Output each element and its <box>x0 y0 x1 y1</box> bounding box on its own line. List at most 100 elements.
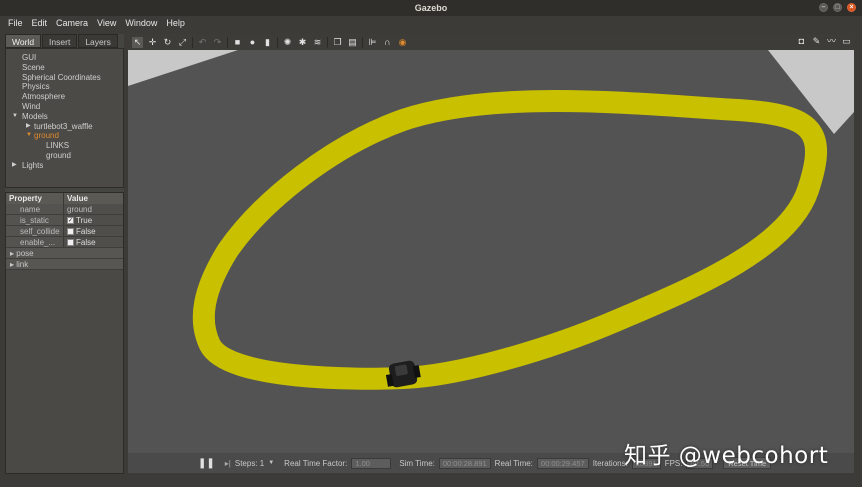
menu-bar: File Edit Camera View Window Help <box>0 16 862 30</box>
undo-icon[interactable]: ↶ <box>197 37 208 48</box>
toolbar: ↖ ✛ ↻ ⤢ ↶ ↷ ■ ● ▮ ✺ ✱ ≋ ❐ ▤ ⊫ ∩ ◉ <box>128 34 854 50</box>
screenshot-icon[interactable]: ◘ <box>796 36 807 47</box>
properties-header: Property Value <box>6 193 123 204</box>
checkbox-unchecked[interactable] <box>67 238 74 246</box>
collapsed-arrow-icon[interactable]: ▶ <box>26 122 31 132</box>
prop-value-enable: False <box>76 237 96 247</box>
collapsed-arrow-icon[interactable]: ▶ <box>12 161 17 171</box>
plot-icon[interactable]: 〰 <box>826 36 837 47</box>
separator <box>192 36 193 48</box>
prop-key: enable_... <box>6 237 64 247</box>
copy-icon[interactable]: ❐ <box>332 37 343 48</box>
expanded-arrow-icon[interactable]: ▼ <box>12 112 18 122</box>
tree-item-spherical[interactable]: Spherical Coordinates <box>6 73 123 83</box>
prop-key: name <box>6 204 64 214</box>
tree-item-lights[interactable]: ▶ Lights <box>6 161 123 171</box>
prop-row-name: name ground <box>6 204 123 215</box>
tree-item-atmosphere[interactable]: Atmosphere <box>6 92 123 102</box>
header-value: Value <box>67 194 88 203</box>
tree-item-ground-link[interactable]: ground <box>6 151 123 161</box>
prop-group-pose-label: pose <box>16 249 34 258</box>
tree-item-links[interactable]: LINKS <box>6 141 123 151</box>
steps-label[interactable]: Steps: 1 <box>235 459 264 468</box>
log-icon[interactable]: ✎ <box>811 36 822 47</box>
change-view-icon[interactable]: ◉ <box>397 37 408 48</box>
tab-insert[interactable]: Insert <box>42 34 78 48</box>
separator <box>327 36 328 48</box>
tree-item-models[interactable]: ▼ Models <box>6 112 123 122</box>
separator <box>362 36 363 48</box>
checkbox-unchecked[interactable] <box>67 227 74 235</box>
translate-icon[interactable]: ✛ <box>147 37 158 48</box>
expanded-arrow-icon[interactable]: ▼ <box>26 131 32 141</box>
rtf-value: 1.00 <box>351 457 392 469</box>
menu-file[interactable]: File <box>8 16 23 30</box>
paste-icon[interactable]: ▤ <box>347 37 358 48</box>
real-time-label: Real Time: <box>494 458 533 468</box>
prop-key: is_static <box>6 215 64 225</box>
menu-edit[interactable]: Edit <box>32 16 48 30</box>
separator <box>277 36 278 48</box>
prop-value-name[interactable]: ground <box>67 204 92 215</box>
world-tree: GUI Scene Spherical Coordinates Physics … <box>5 48 124 188</box>
real-time-value: 00:00:29.457 <box>536 457 589 469</box>
properties-panel: Property Value name ground is_static ✓ Tr… <box>5 192 124 474</box>
point-light-icon[interactable]: ✺ <box>282 37 293 48</box>
tree-item-models-label: Models <box>22 111 48 121</box>
minimize-icon[interactable]: – <box>819 3 828 12</box>
watermark: 知乎 @webcohort <box>624 443 829 469</box>
close-icon[interactable]: × <box>847 3 856 12</box>
tree-item-turtlebot-label: turtlebot3_waffle <box>34 121 93 131</box>
separator <box>227 36 228 48</box>
select-arrow-icon[interactable]: ↖ <box>132 36 143 48</box>
maximize-icon[interactable]: □ <box>833 3 842 12</box>
tab-world[interactable]: World <box>5 34 42 48</box>
prop-key: self_collide <box>6 226 64 236</box>
window-title: Gazebo <box>414 3 448 13</box>
scene-render <box>128 50 854 453</box>
directional-light-icon[interactable]: ≋ <box>312 37 323 48</box>
tab-layers[interactable]: Layers <box>78 34 118 48</box>
step-icon[interactable]: ▸| <box>225 459 231 468</box>
sphere-icon[interactable]: ● <box>247 37 258 48</box>
menu-view[interactable]: View <box>97 16 116 30</box>
tree-item-ground-selected[interactable]: ▼ ground <box>6 131 123 141</box>
tree-item-scene[interactable]: Scene <box>6 63 123 73</box>
toolbar-right: ◘ ✎ 〰 ▭ <box>796 36 852 47</box>
tree-item-physics[interactable]: Physics <box>6 82 123 92</box>
tree-item-lights-label: Lights <box>22 160 44 170</box>
sim-time-label: Sim Time: <box>399 458 435 468</box>
prop-value-is-static: True <box>76 215 93 225</box>
left-panel: World Insert Layers GUI Scene Spherical … <box>5 34 124 474</box>
menu-window[interactable]: Window <box>125 16 157 30</box>
sim-time-value: 00:00:28.891 <box>438 457 491 469</box>
prop-group-link-label: link <box>16 260 29 269</box>
box-icon[interactable]: ■ <box>232 37 243 48</box>
prop-value-self-collide: False <box>76 226 96 236</box>
menu-camera[interactable]: Camera <box>56 16 88 30</box>
header-property: Property <box>6 193 64 204</box>
scale-icon[interactable]: ⤢ <box>177 37 188 48</box>
scene-viewport[interactable] <box>128 50 854 453</box>
rotate-icon[interactable]: ↻ <box>162 37 173 48</box>
tree-item-wind[interactable]: Wind <box>6 102 123 112</box>
snap-icon[interactable]: ∩ <box>382 37 393 48</box>
checkbox-checked[interactable]: ✓ <box>67 216 74 224</box>
pause-icon[interactable]: ❚❚ <box>198 458 215 469</box>
spot-light-icon[interactable]: ✱ <box>297 37 308 48</box>
cylinder-icon[interactable]: ▮ <box>262 37 273 48</box>
tree-item-gui[interactable]: GUI <box>6 53 123 63</box>
prop-group-pose[interactable]: ▸ pose <box>6 248 123 259</box>
align-icon[interactable]: ⊫ <box>367 37 378 48</box>
chevron-down-icon[interactable]: ▼ <box>268 460 274 466</box>
prop-row-is-static: is_static ✓ True <box>6 215 123 226</box>
video-icon[interactable]: ▭ <box>841 36 852 47</box>
redo-icon[interactable]: ↷ <box>212 37 223 48</box>
tree-item-turtlebot[interactable]: ▶ turtlebot3_waffle <box>6 122 123 132</box>
panel-tabs: World Insert Layers <box>5 34 124 48</box>
iterations-label: Iterations: <box>592 458 628 468</box>
rtf-label: Real Time Factor: <box>284 458 348 468</box>
tree-item-ground-label: ground <box>34 131 59 141</box>
prop-group-link[interactable]: ▸ link <box>6 259 123 270</box>
menu-help[interactable]: Help <box>166 16 185 30</box>
